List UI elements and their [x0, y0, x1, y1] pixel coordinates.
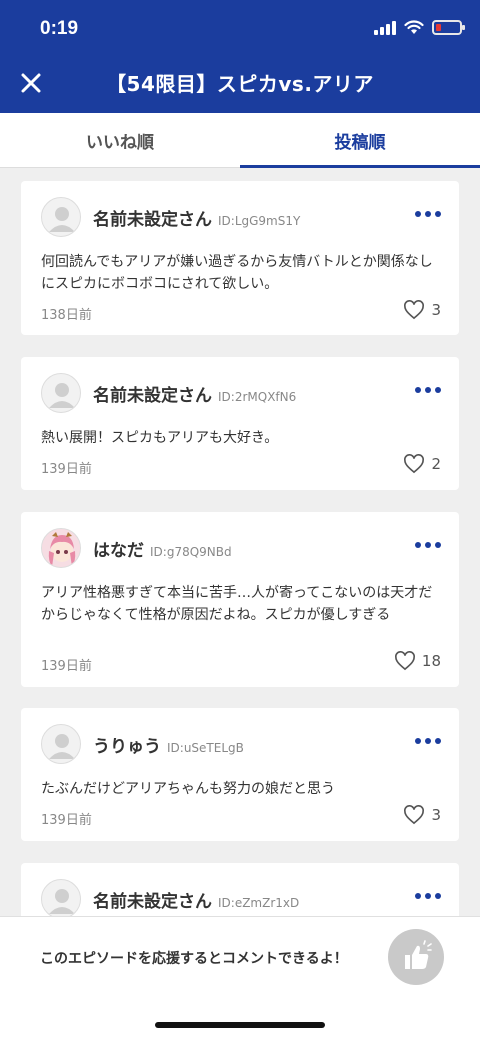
- avatar[interactable]: [41, 528, 81, 568]
- post-date: 139日前: [41, 659, 92, 674]
- username[interactable]: 名前未設定さん ID:LgG9mS1Y: [93, 205, 300, 230]
- like-button[interactable]: 18: [394, 651, 441, 671]
- username[interactable]: うりゅう ID:uSeTELgB: [93, 732, 244, 757]
- like-button[interactable]: 3: [403, 300, 441, 320]
- heart-icon: [404, 300, 425, 320]
- comment-card: うりゅう ID:uSeTELgB たぶんだけどアリアちゃんも努力の娘だと思う 13…: [21, 708, 459, 841]
- battery-icon: [432, 20, 465, 35]
- signal-icon: [374, 20, 396, 35]
- app-header: 0:19 【54限目】スピカvs.アリア: [0, 0, 480, 113]
- comment-card: 名前未設定さん ID:eZmZr1xD: [21, 863, 459, 916]
- cheer-prompt: このエピソードを応援するとコメントできるよ！: [40, 951, 348, 967]
- more-options-icon[interactable]: [415, 542, 441, 548]
- like-count: 3: [431, 301, 441, 319]
- username[interactable]: 名前未設定さん ID:2rMQXfN6: [93, 381, 296, 406]
- user-id: ID:LgG9mS1Y: [218, 214, 301, 228]
- tab-posted[interactable]: 投稿順: [240, 113, 480, 168]
- avatar[interactable]: [41, 197, 81, 237]
- more-options-icon[interactable]: [415, 738, 441, 744]
- like-count: 2: [431, 455, 441, 473]
- username[interactable]: 名前未設定さん ID:eZmZr1xD: [93, 887, 299, 912]
- post-date: 139日前: [41, 813, 92, 828]
- status-icons: [374, 20, 465, 35]
- avatar[interactable]: [41, 879, 81, 916]
- home-indicator[interactable]: [155, 1022, 325, 1028]
- wifi-icon: [404, 20, 424, 34]
- comment-text: 熱い展開！スピカもアリアも大好き。: [41, 430, 279, 446]
- comment-text: 何回読んでもアリアが嫌い過ぎるから友情バトルとか関係なしにスピカにボコボコにされ…: [41, 254, 433, 292]
- heart-icon: [394, 651, 415, 671]
- username[interactable]: はなだ ID:g78Q9NBd: [93, 536, 232, 561]
- tab-likes[interactable]: いいね順: [0, 113, 240, 167]
- like-button[interactable]: 3: [403, 805, 441, 825]
- comment-text: アリア性格悪すぎて本当に苦手…人が寄ってこないのは天才だからじゃなくて性格が原因…: [41, 585, 433, 623]
- avatar[interactable]: [41, 724, 81, 764]
- post-date: 138日前: [41, 308, 92, 323]
- avatar[interactable]: [41, 373, 81, 413]
- comment-card: 名前未設定さん ID:2rMQXfN6 熱い展開！スピカもアリアも大好き。 139…: [21, 357, 459, 490]
- user-id: ID:g78Q9NBd: [150, 545, 232, 559]
- comment-card: 名前未設定さん ID:LgG9mS1Y 何回読んでもアリアが嫌い過ぎるから友情バト…: [21, 181, 459, 335]
- comment-card: はなだ ID:g78Q9NBd アリア性格悪すぎて本当に苦手…人が寄ってこないのは…: [21, 512, 459, 687]
- more-options-icon[interactable]: [415, 387, 441, 393]
- like-button[interactable]: 2: [403, 454, 441, 474]
- like-count: 3: [431, 806, 441, 824]
- user-id: ID:uSeTELgB: [167, 741, 244, 755]
- status-time: 0:19: [40, 18, 79, 39]
- heart-icon: [404, 805, 425, 825]
- heart-icon: [404, 454, 425, 474]
- cheer-button[interactable]: [388, 929, 444, 985]
- post-date: 139日前: [41, 462, 92, 477]
- more-options-icon[interactable]: [415, 893, 441, 899]
- page-title: 【54限目】スピカvs.アリア: [106, 72, 374, 96]
- thumbs-up-icon: [405, 940, 432, 969]
- more-options-icon[interactable]: [415, 211, 441, 217]
- sort-tabs: いいね順 投稿順: [0, 113, 480, 168]
- user-id: ID:2rMQXfN6: [218, 390, 297, 404]
- user-id: ID:eZmZr1xD: [218, 896, 300, 910]
- comment-text: たぶんだけどアリアちゃんも努力の娘だと思う: [41, 781, 335, 797]
- like-count: 18: [421, 652, 441, 670]
- comment-list[interactable]: 名前未設定さん ID:LgG9mS1Y 何回読んでもアリアが嫌い過ぎるから友情バト…: [0, 168, 480, 916]
